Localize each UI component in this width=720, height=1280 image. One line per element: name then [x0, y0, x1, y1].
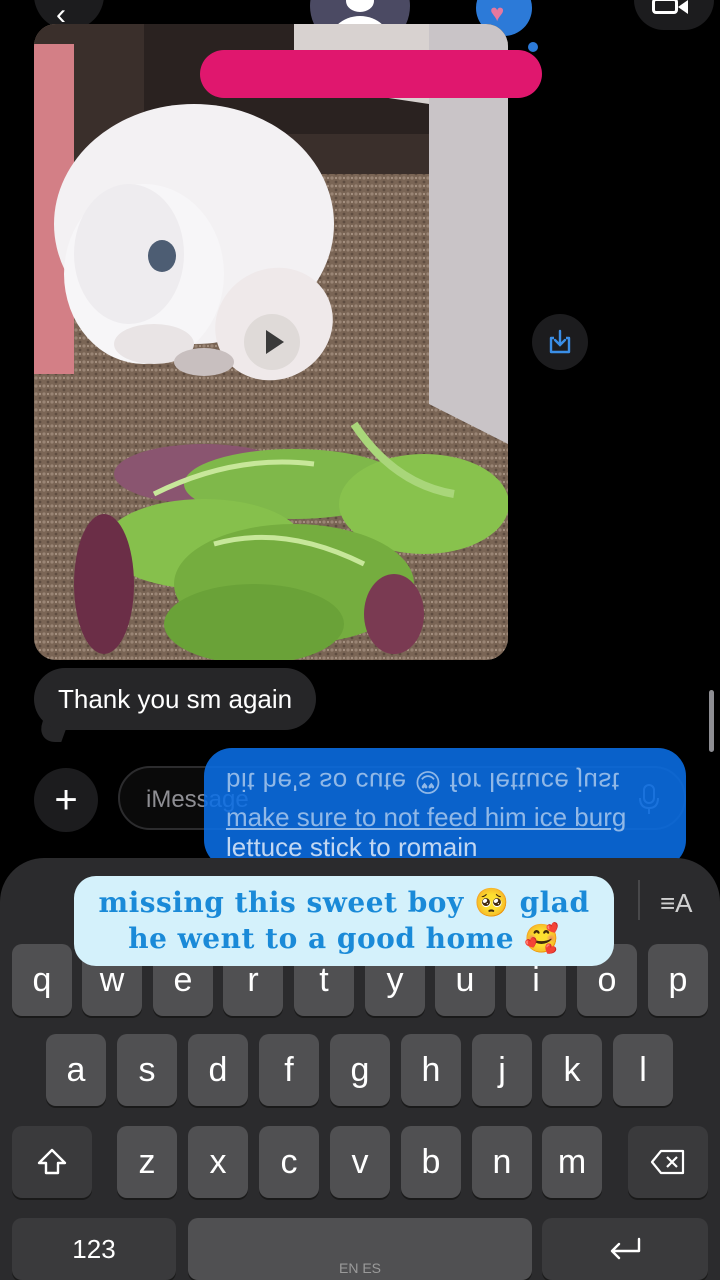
delete-key[interactable] [628, 1126, 708, 1198]
numbers-key[interactable]: 123 [12, 1218, 176, 1280]
redaction-bar [200, 50, 542, 98]
scroll-indicator[interactable] [709, 690, 714, 752]
key-l[interactable]: l [613, 1034, 673, 1106]
caption-line-1: missing this sweet boy 🥺 glad [98, 886, 590, 919]
shift-key[interactable] [12, 1126, 92, 1198]
key-g[interactable]: g [330, 1034, 390, 1106]
play-button[interactable] [244, 314, 300, 370]
video-call-button[interactable] [634, 0, 714, 30]
key-b[interactable]: b [401, 1126, 461, 1198]
key-f[interactable]: f [259, 1034, 319, 1106]
reaction-dot [528, 42, 538, 52]
key-p[interactable]: p [648, 944, 708, 1016]
sent-message-bubble[interactable]: bit he's so cute 😍 for lettuce just make… [204, 748, 686, 868]
save-video-button[interactable] [532, 314, 588, 370]
video-message[interactable] [34, 24, 508, 660]
key-x[interactable]: x [188, 1126, 248, 1198]
caption-sticker: missing this sweet boy 🥺 glad he went to… [74, 876, 614, 966]
key-k[interactable]: k [542, 1034, 602, 1106]
key-c[interactable]: c [259, 1126, 319, 1198]
key-s[interactable]: s [117, 1034, 177, 1106]
play-icon [266, 330, 284, 354]
key-m[interactable]: m [542, 1126, 602, 1198]
key-n[interactable]: n [472, 1126, 532, 1198]
space-key[interactable]: EN ES [188, 1218, 532, 1280]
key-h[interactable]: h [401, 1034, 461, 1106]
sent-message-line-2: make sure to not feed him ice burg [226, 802, 627, 832]
person-icon [346, 0, 374, 12]
key-d[interactable]: d [188, 1034, 248, 1106]
sent-message-line-1: bit he's so cute 😍 for lettuce just [226, 767, 620, 797]
delete-icon [650, 1149, 685, 1175]
received-message-text: Thank you sm again [58, 683, 293, 714]
key-q[interactable]: q [12, 944, 72, 1016]
return-key[interactable] [542, 1218, 708, 1280]
download-icon [549, 329, 571, 354]
plus-icon: + [54, 777, 78, 822]
add-attachment-button[interactable]: + [34, 768, 98, 832]
key-a[interactable]: a [46, 1034, 106, 1106]
shift-icon [37, 1148, 67, 1175]
key-z[interactable]: z [117, 1126, 177, 1198]
translate-icon[interactable]: ≡A [660, 888, 693, 919]
key-v[interactable]: v [330, 1126, 390, 1198]
caption-line-2: he went to a good home 🥰 [128, 922, 560, 955]
video-camera-icon [652, 0, 678, 14]
received-message-bubble[interactable]: Thank you sm again [34, 668, 317, 730]
keyboard-divider [638, 880, 640, 920]
heart-icon: ♥ [490, 0, 505, 27]
key-j[interactable]: j [472, 1034, 532, 1106]
return-icon [610, 1237, 641, 1260]
